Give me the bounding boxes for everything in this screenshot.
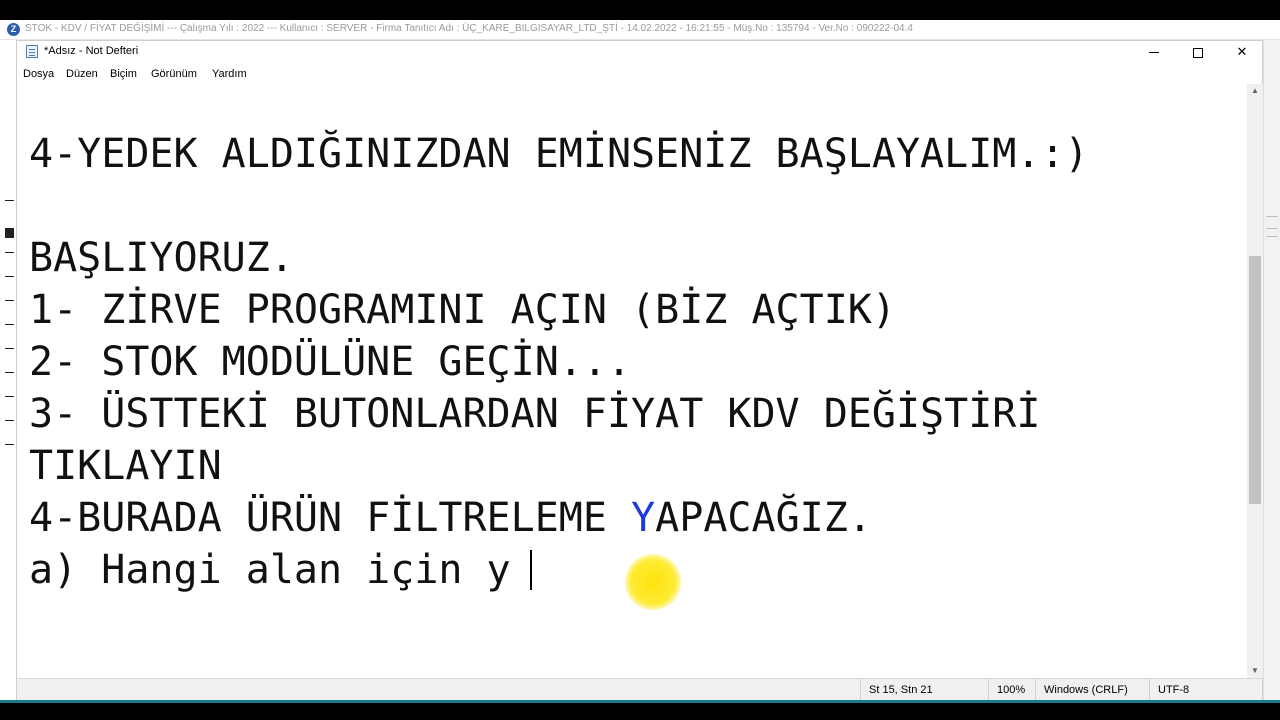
text-caret [530,550,532,590]
taskbar-accent-line [0,700,1280,703]
menu-dosya[interactable]: Dosya [23,68,54,80]
scroll-up-arrow-icon[interactable]: ▲ [1247,84,1263,98]
window-titlebar[interactable]: *Adsız - Not Defteri ✕ [17,41,1262,63]
strip-mark [5,372,14,373]
top-black-band [0,0,1280,20]
line-8-start: 4-BURADA ÜRÜN FİLTRELEME [29,495,632,541]
maximize-button[interactable] [1176,41,1220,63]
strip-mark [5,420,14,421]
status-zoom: 100% [988,679,1035,701]
minimize-button[interactable] [1132,41,1176,63]
status-line-endings: Windows (CRLF) [1035,679,1149,701]
strip-mark [5,252,14,253]
background-app-title: STOK - KDV / FİYAT DEĞİŞİMİ --- Çalışma … [25,23,913,34]
status-encoding: UTF-8 [1149,679,1263,701]
close-icon: ✕ [1236,44,1248,59]
cursor-highlight [625,554,681,610]
vertical-scrollbar[interactable]: ▲ ▼ [1247,84,1263,678]
editor-line-9: a) Hangi alan için y [29,547,511,593]
zirve-app-icon: Z [7,23,20,36]
scrollbar-thumb[interactable] [1249,256,1261,504]
strip-mark [1266,216,1278,217]
strip-mark [1266,236,1278,237]
strip-block [5,228,14,238]
editor-line-8: 4-BURADA ÜRÜN FİLTRELEME YAPACAĞIZ. [29,492,872,544]
close-button[interactable]: ✕ [1220,41,1264,63]
scroll-down-arrow-icon[interactable]: ▼ [1247,664,1263,678]
strip-mark [1266,228,1278,229]
editor-line-1: 4-YEDEK ALDIĞINIZDAN EMİNSENİZ BAŞLAYALI… [29,131,1089,177]
notepad-window: *Adsız - Not Defteri ✕ Dosya Düzen Biçim… [16,40,1263,701]
menu-yardim[interactable]: Yardım [212,68,247,80]
editor-line-5: 2- STOK MODÜLÜNE GEÇİN... [29,339,632,385]
menu-bar: Dosya Düzen Biçim Görünüm Yardım [17,63,1262,84]
strip-mark [5,348,14,349]
strip-mark [5,324,14,325]
notepad-icon [26,45,38,58]
strip-mark [5,396,14,397]
strip-mark [5,200,14,201]
background-app-right-strip [1263,40,1280,700]
menu-duzen[interactable]: Düzen [66,68,98,80]
menu-bicim[interactable]: Biçim [110,68,137,80]
status-cursor-position: St 15, Stn 21 [860,679,988,701]
background-app-left-strip [0,40,16,700]
strip-mark [5,276,14,277]
strip-mark [5,300,14,301]
editor-line-3: BAŞLIYORUZ. [29,235,294,281]
maximize-icon [1193,47,1203,58]
editor-line-7: TIKLAYIN [29,443,222,489]
menu-gorunum[interactable]: Görünüm [151,68,197,80]
text-editor[interactable]: 4-YEDEK ALDIĞINIZDAN EMİNSENİZ BAŞLAYALI… [17,84,1247,678]
minimize-icon [1149,52,1159,54]
editor-line-4: 1- ZİRVE PROGRAMINI AÇIN (BİZ AÇTIK) [29,287,896,333]
taskbar-edge [0,700,1280,720]
line-8-highlighted-letter: Y [631,495,656,541]
background-app-titlebar: Z STOK - KDV / FİYAT DEĞİŞİMİ --- Çalışm… [0,20,1280,40]
status-bar: St 15, Stn 21 100% Windows (CRLF) UTF-8 [17,678,1262,701]
line-8-end: APACAĞIZ. [655,495,872,541]
window-title: *Adsız - Not Defteri [44,45,139,57]
strip-mark [5,444,14,445]
editor-line-6: 3- ÜSTTEKİ BUTONLARDAN FİYAT KDV DEĞİŞTİ… [29,391,1041,437]
